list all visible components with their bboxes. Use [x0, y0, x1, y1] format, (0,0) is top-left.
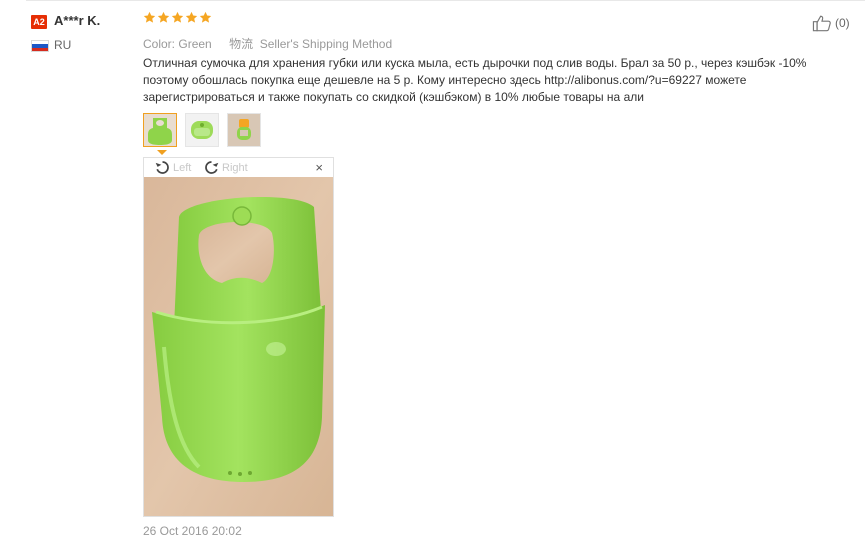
order-info: Color: Green 物流 Seller's Shipping Method	[143, 35, 392, 52]
color-value: Green	[178, 37, 212, 51]
photo-thumbnail[interactable]	[185, 113, 219, 147]
shipping-label: 物流	[229, 37, 254, 51]
review-date: 26 Oct 2016 20:02	[143, 524, 242, 538]
shipping-value: Seller's Shipping Method	[259, 37, 393, 51]
star-icon	[199, 11, 212, 23]
close-viewer-button[interactable]: ×	[315, 160, 323, 175]
buyer-level-badge: A2	[31, 15, 47, 29]
reviewer-country: RU	[54, 38, 72, 52]
rotate-left-label: Left	[173, 161, 192, 174]
rotate-right-icon	[205, 161, 219, 174]
photo-thumbnail[interactable]	[227, 113, 261, 147]
viewer-toolbar: Left Right ×	[144, 158, 333, 177]
active-thumbnail-indicator	[157, 150, 167, 155]
star-icon	[143, 11, 156, 23]
color-label: Color:	[143, 37, 176, 51]
star-icon	[171, 11, 184, 23]
star-icon	[157, 11, 170, 23]
review-text: Отличная сумочка для хранения губки или …	[143, 56, 807, 104]
rotate-left-icon	[155, 161, 169, 174]
star-icon	[185, 11, 198, 23]
rotate-right-label: Right	[222, 161, 248, 174]
star-rating	[143, 11, 212, 29]
rotate-right-button[interactable]: Right	[203, 159, 248, 176]
helpful-count: (0)	[835, 16, 850, 30]
photo-viewer: Left Right ×	[143, 157, 334, 517]
review-photo	[144, 177, 333, 516]
top-divider	[26, 0, 865, 1]
photo-thumbnail[interactable]	[143, 113, 177, 147]
photo-thumbnails	[143, 113, 261, 147]
reviewer-name: A***r K.	[54, 13, 101, 28]
close-icon: ×	[315, 160, 323, 175]
helpful-button[interactable]: (0)	[812, 14, 850, 32]
rotate-left-button[interactable]: Left	[154, 159, 191, 176]
thumbs-up-icon	[812, 15, 831, 32]
flag-icon	[31, 40, 49, 52]
